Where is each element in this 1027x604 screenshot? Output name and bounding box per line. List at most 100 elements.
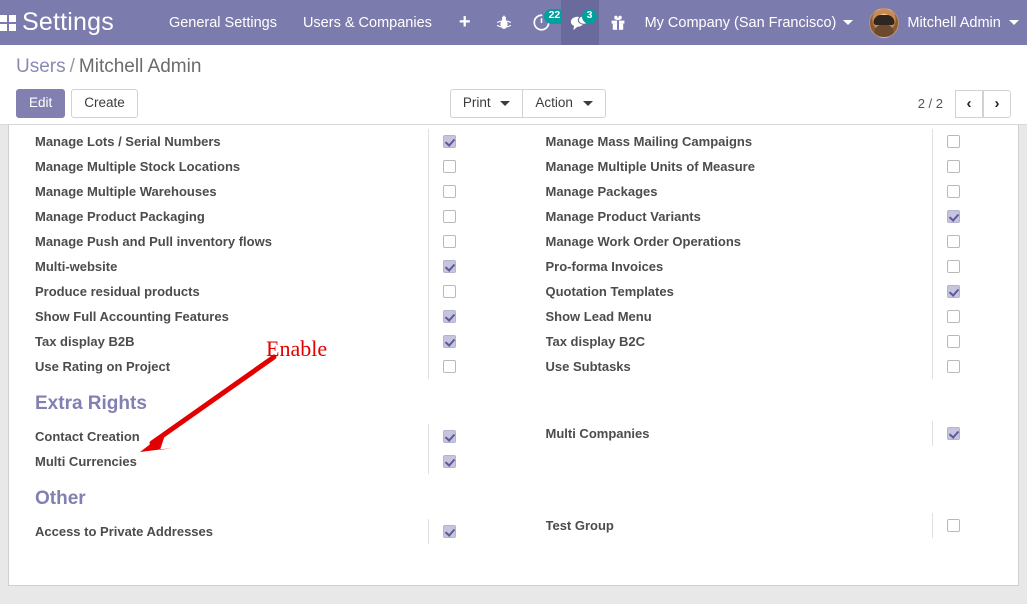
access-right-row: Manage Mass Mailing Campaigns: [546, 129, 1019, 154]
messages-icon[interactable]: 3: [560, 0, 599, 45]
access-right-checkbox[interactable]: [442, 310, 456, 323]
company-name: My Company (San Francisco): [644, 14, 837, 31]
access-right-checkbox-cell: [427, 329, 514, 354]
company-selector[interactable]: My Company (San Francisco): [637, 0, 864, 45]
access-right-label: Manage Product Packaging: [35, 209, 205, 224]
right-spacer-extra-heading: [546, 379, 1019, 421]
access-right-checkbox-cell: [932, 254, 1018, 279]
print-action-button-group: Print Action: [449, 89, 606, 118]
access-right-label: Tax display B2B: [35, 334, 135, 349]
pager-previous-button[interactable]: ‹: [955, 89, 983, 118]
control-panel: Users / Mitchell Admin Edit Create Print A…: [0, 45, 1027, 125]
access-right-checkbox[interactable]: [947, 210, 960, 223]
activity-clock-icon[interactable]: 22: [523, 0, 566, 45]
access-right-row: Manage Multiple Warehouses: [35, 179, 514, 204]
access-right-row: Show Lead Menu: [546, 304, 1019, 329]
access-right-checkbox[interactable]: [442, 160, 456, 173]
app-title: Settings: [22, 8, 114, 36]
access-right-checkbox-cell: [427, 304, 514, 329]
bug-icon[interactable]: [485, 0, 523, 45]
breadcrumb-users-link[interactable]: Users: [16, 56, 66, 77]
pager-next-button[interactable]: ›: [983, 89, 1011, 118]
create-button[interactable]: Create: [71, 89, 138, 118]
access-right-label: Manage Multiple Units of Measure: [545, 159, 755, 174]
extra-rights-left-fields: Contact Creation Multi Currencies: [35, 424, 514, 474]
access-right-checkbox-cell: [932, 513, 1018, 538]
access-right-row: Manage Work Order Operations: [546, 229, 1019, 254]
access-right-row: Use Rating on Project: [35, 354, 514, 379]
access-right-checkbox[interactable]: [947, 135, 960, 148]
apps-menu-button[interactable]: [0, 0, 16, 45]
access-right-checkbox[interactable]: [947, 235, 960, 248]
access-right-row: Manage Product Packaging: [35, 204, 514, 229]
access-right-checkbox-cell: [932, 304, 1018, 329]
access-right-checkbox[interactable]: [442, 335, 456, 348]
breadcrumb-separator: /: [69, 56, 75, 77]
access-right-checkbox-cell: [932, 329, 1018, 354]
user-menu[interactable]: Mitchell Admin: [863, 0, 1027, 45]
print-dropdown-button[interactable]: Print: [449, 89, 523, 118]
access-right-checkbox-cell: [932, 279, 1018, 304]
access-right-row: Manage Multiple Units of Measure: [546, 154, 1019, 179]
action-dropdown-button[interactable]: Action: [522, 89, 606, 118]
access-right-label: Manage Packages: [545, 184, 658, 199]
access-right-row: Produce residual products: [35, 279, 514, 304]
access-right-checkbox[interactable]: [442, 185, 456, 198]
access-right-checkbox-cell: [427, 179, 514, 204]
right-spacer-other-heading: [546, 471, 1019, 513]
access-right-checkbox[interactable]: [442, 430, 456, 443]
edit-button[interactable]: Edit: [16, 89, 66, 118]
access-right-label: Manage Lots / Serial Numbers: [35, 134, 221, 149]
access-right-checkbox[interactable]: [947, 310, 960, 323]
access-right-checkbox[interactable]: [442, 455, 456, 468]
access-right-checkbox-cell: [932, 154, 1018, 179]
menu-add-button[interactable]: +: [445, 0, 485, 45]
access-right-label: Manage Work Order Operations: [545, 234, 742, 249]
access-right-row: Tax display B2B: [35, 329, 514, 354]
access-right-label: Tax display B2C: [545, 334, 645, 349]
access-right-checkbox[interactable]: [947, 427, 960, 440]
access-right-row: Access to Private Addresses: [35, 519, 514, 544]
access-right-checkbox-cell: [427, 424, 514, 449]
access-right-row: Manage Packages: [546, 179, 1019, 204]
access-right-checkbox-cell: [427, 519, 514, 544]
gift-icon[interactable]: [599, 0, 637, 45]
access-right-checkbox-cell: [427, 204, 514, 229]
access-right-checkbox[interactable]: [442, 285, 456, 298]
access-right-checkbox[interactable]: [442, 360, 456, 373]
access-right-label: Pro-forma Invoices: [545, 259, 664, 274]
chevron-down-icon: [500, 100, 511, 106]
other-heading: Other: [35, 488, 86, 509]
access-right-checkbox[interactable]: [947, 519, 960, 532]
access-right-row: Manage Lots / Serial Numbers: [35, 129, 514, 154]
access-right-checkbox-cell: [427, 129, 514, 154]
access-right-checkbox-cell: [932, 354, 1018, 379]
access-right-row: Show Full Accounting Features: [35, 304, 514, 329]
menu-item-users-and-companies[interactable]: Users & Companies: [290, 0, 445, 45]
access-right-checkbox[interactable]: [442, 135, 456, 148]
access-right-label: Use Subtasks: [545, 359, 631, 374]
record-pager: 2 / 2 ‹ ›: [918, 89, 1011, 118]
access-right-checkbox-cell: [932, 129, 1018, 154]
left-column: Manage Lots / Serial Numbers Manage Multi…: [9, 129, 514, 544]
extra-rights-heading: Extra Rights: [35, 393, 147, 414]
access-right-checkbox[interactable]: [442, 210, 456, 223]
menu-item-general-settings[interactable]: General Settings: [156, 0, 290, 45]
sheet-wrapper: Manage Lots / Serial Numbers Manage Multi…: [0, 125, 1027, 604]
access-right-label: Test Group: [545, 518, 614, 533]
access-right-checkbox[interactable]: [442, 260, 456, 273]
access-right-checkbox[interactable]: [947, 335, 960, 348]
access-right-checkbox[interactable]: [442, 525, 456, 538]
access-right-checkbox[interactable]: [947, 260, 960, 273]
access-right-checkbox[interactable]: [947, 160, 960, 173]
access-right-row: Contact Creation: [35, 424, 514, 449]
access-right-checkbox[interactable]: [947, 285, 960, 298]
access-right-row: Test Group: [546, 513, 1019, 538]
access-right-checkbox[interactable]: [947, 360, 960, 373]
access-right-checkbox[interactable]: [442, 235, 456, 248]
apps-grid-icon: [0, 14, 16, 31]
access-right-row: Use Subtasks: [546, 354, 1019, 379]
access-right-label: Show Full Accounting Features: [35, 309, 229, 324]
left-column-fields: Manage Lots / Serial Numbers Manage Multi…: [35, 129, 514, 379]
access-right-checkbox[interactable]: [947, 185, 960, 198]
